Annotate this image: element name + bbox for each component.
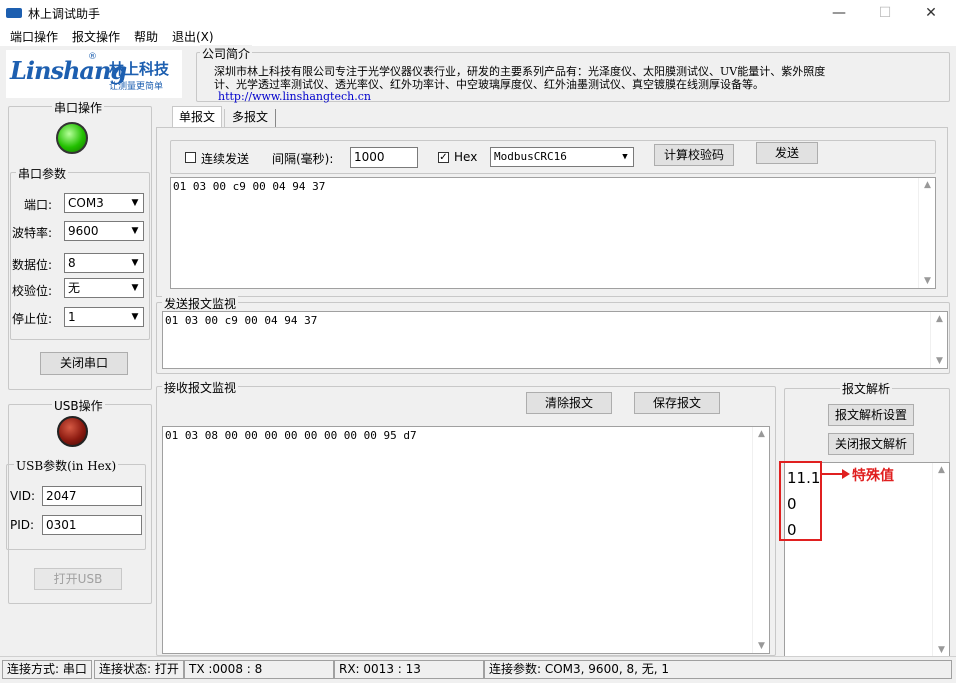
scroll-down-icon: ▼ (924, 276, 931, 286)
arrow-right-icon (842, 469, 850, 479)
port-select[interactable]: COM3 ▼ (64, 193, 144, 213)
chevron-down-icon: ▼ (617, 148, 633, 166)
serial-params-label: 串口参数 (16, 165, 69, 182)
chevron-down-icon: ▼ (127, 308, 143, 326)
chevron-down-icon: ▼ (127, 279, 143, 297)
stopbits-value: 1 (68, 310, 76, 324)
status-tx: TX :0008 : 8 (184, 660, 334, 679)
usb-status-indicator-icon (57, 416, 88, 447)
minimize-button[interactable]: — (816, 0, 862, 26)
vid-label: VID: (10, 489, 36, 503)
menu-message[interactable]: 报文操作 (72, 28, 120, 45)
logo-slogan: 让测量更简单 (109, 82, 164, 92)
scroll-up-icon: ▲ (938, 465, 945, 475)
recv-monitor-textarea[interactable]: 01 03 08 00 00 00 00 00 00 00 00 95 d7 ▲… (162, 426, 770, 654)
chevron-down-icon: ▼ (127, 194, 143, 212)
status-rx: RX: 0013 : 13 (334, 660, 484, 679)
open-usb-button[interactable]: 打开USB (34, 568, 122, 590)
port-value: COM3 (68, 196, 104, 210)
pid-label: PID: (10, 518, 35, 532)
menu-port[interactable]: 端口操作 (10, 28, 58, 45)
pid-input[interactable]: 0301 (42, 515, 142, 535)
send-message-text: 01 03 00 c9 00 04 94 37 (173, 180, 326, 193)
parity-value: 无 (68, 281, 81, 295)
maximize-button[interactable]: ☐ (862, 0, 908, 26)
scroll-up-icon: ▲ (936, 314, 943, 324)
send-button[interactable]: 发送 (756, 142, 818, 164)
stopbits-select[interactable]: 1 ▼ (64, 307, 144, 327)
scroll-up-icon: ▲ (924, 180, 931, 190)
databits-value: 8 (68, 256, 76, 270)
scroll-down-icon: ▼ (936, 356, 943, 366)
logo-registered: ® (88, 52, 97, 62)
serial-status-indicator-icon (56, 122, 88, 154)
interval-label: 间隔(毫秒): (272, 152, 334, 166)
send-monitor-textarea[interactable]: 01 03 00 c9 00 04 94 37 ▲ ▼ (162, 311, 948, 369)
status-connection-mode: 连接方式: 串口 (2, 660, 92, 679)
status-connection-state: 连接状态: 打开 (94, 660, 184, 679)
send-message-scrollbar[interactable]: ▲ ▼ (918, 178, 935, 288)
databits-select[interactable]: 8 ▼ (64, 253, 144, 273)
stopbits-label: 停止位: (12, 312, 53, 326)
menu-help[interactable]: 帮助 (134, 28, 158, 45)
parity-select[interactable]: 无 ▼ (64, 278, 144, 298)
close-serial-button[interactable]: 关闭串口 (40, 352, 128, 375)
recv-monitor-scrollbar[interactable]: ▲ ▼ (752, 427, 769, 653)
interval-input[interactable]: 1000 (350, 147, 418, 168)
annotation-arrow-line (822, 473, 844, 475)
baud-label: 波特率: (12, 226, 53, 240)
title-bar: 林上调试助手 — ☐ ✕ (0, 0, 956, 26)
scroll-down-icon: ▼ (938, 645, 945, 655)
chevron-down-icon: ▼ (127, 222, 143, 240)
special-value-annotation: 特殊值 (852, 468, 894, 484)
tab-single-message[interactable]: 单报文 (172, 106, 222, 128)
company-url-link[interactable]: http://www.linshangtech.cn (218, 90, 371, 103)
recv-monitor-label: 接收报文监视 (162, 379, 239, 396)
parity-label: 校验位: (12, 284, 53, 298)
logo-brand-cn: 林上科技 (109, 60, 170, 78)
recv-monitor-text: 01 03 08 00 00 00 00 00 00 00 00 95 d7 (165, 429, 417, 442)
parse-label: 报文解析 (840, 380, 893, 397)
vid-input[interactable]: 2047 (42, 486, 142, 506)
send-monitor-label: 发送报文监视 (162, 295, 239, 312)
save-message-button[interactable]: 保存报文 (634, 392, 720, 414)
serial-group-label: 串口操作 (52, 99, 105, 116)
close-parse-button[interactable]: 关闭报文解析 (828, 433, 914, 455)
scroll-down-icon: ▼ (758, 641, 765, 651)
chevron-down-icon: ▼ (127, 254, 143, 272)
menu-exit[interactable]: 退出(X) (172, 28, 214, 45)
parse-settings-button[interactable]: 报文解析设置 (828, 404, 914, 426)
usb-params-group (6, 464, 146, 550)
send-message-textarea[interactable]: 01 03 00 c9 00 04 94 37 ▲ ▼ (170, 177, 936, 289)
usb-params-label: USB参数(in Hex) (14, 457, 119, 474)
logo: Linshang ® 林上科技 让测量更简单 (6, 50, 182, 98)
databits-label: 数据位: (12, 258, 53, 272)
app-icon (6, 8, 22, 18)
clear-message-button[interactable]: 清除报文 (526, 392, 612, 414)
scroll-up-icon: ▲ (758, 429, 765, 439)
window-title: 林上调试助手 (28, 7, 101, 21)
close-window-button[interactable]: ✕ (908, 0, 954, 26)
checksum-type-select[interactable]: ModbusCRC16 ▼ (490, 147, 634, 167)
send-monitor-scrollbar[interactable]: ▲ ▼ (930, 312, 947, 368)
status-connection-params: 连接参数: COM3, 9600, 8, 无, 1 (484, 660, 952, 679)
baud-select[interactable]: 9600 ▼ (64, 221, 144, 241)
parse-result-scrollbar[interactable]: ▲ ▼ (932, 463, 949, 657)
checksum-type-value: ModbusCRC16 (494, 150, 567, 163)
continuous-send-label: 连续发送 (201, 152, 250, 166)
highlight-box (779, 461, 822, 541)
status-bar: 连接方式: 串口 连接状态: 打开 TX :0008 : 8 RX: 0013 … (0, 656, 956, 683)
tab-multi-message[interactable]: 多报文 (224, 109, 276, 127)
continuous-send-checkbox[interactable] (185, 152, 196, 163)
baud-value: 9600 (68, 224, 99, 238)
menu-bar: 端口操作 报文操作 帮助 退出(X) (0, 26, 956, 46)
send-monitor-text: 01 03 00 c9 00 04 94 37 (165, 314, 318, 327)
usb-group-label: USB操作 (52, 397, 105, 414)
calc-checksum-button[interactable]: 计算校验码 (654, 144, 734, 166)
hex-checkbox[interactable]: ✓ (438, 152, 449, 163)
hex-label: Hex (454, 150, 478, 164)
company-intro-label: 公司简介 (200, 45, 253, 62)
port-label: 端口: (24, 198, 53, 212)
